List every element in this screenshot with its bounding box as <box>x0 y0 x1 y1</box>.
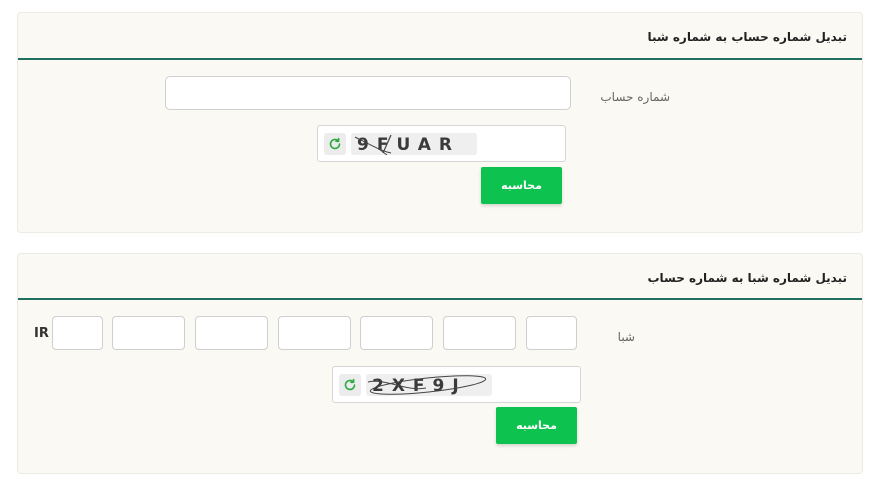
sheba-label: شبا <box>617 330 635 344</box>
refresh-icon <box>344 378 356 391</box>
refresh-captcha-button[interactable] <box>324 133 346 155</box>
captcha-noise-lines <box>354 134 392 155</box>
calculate-button[interactable]: محاسبه <box>496 407 577 444</box>
iban-prefix: IR <box>34 326 49 341</box>
sheba-segment-input[interactable] <box>526 316 577 350</box>
captcha-image: 9FUAR <box>351 133 477 155</box>
panel-header: تبدیل شماره شبا به شماره حساب <box>18 254 862 300</box>
sheba-segment-input[interactable] <box>112 316 185 350</box>
account-number-input[interactable] <box>165 76 571 110</box>
panel-header: تبدیل شماره حساب به شماره شبا <box>18 13 862 60</box>
captcha-image: 2XF9J <box>366 374 492 396</box>
sheba-to-account-panel: تبدیل شماره شبا به شماره حساب شبا IR 2XF… <box>17 253 863 474</box>
account-to-sheba-panel: تبدیل شماره حساب به شماره شبا شماره حساب… <box>17 12 863 233</box>
refresh-icon <box>329 137 341 150</box>
refresh-captcha-button[interactable] <box>339 374 361 396</box>
account-number-label: شماره حساب <box>600 90 670 104</box>
panel-title: تبدیل شماره حساب به شماره شبا <box>647 30 847 44</box>
sheba-segment-input[interactable] <box>195 316 268 350</box>
captcha-box: 2XF9J <box>332 366 581 403</box>
panel-title: تبدیل شماره شبا به شماره حساب <box>647 271 847 285</box>
sheba-segment-input[interactable] <box>443 316 516 350</box>
sheba-segment-input[interactable] <box>360 316 433 350</box>
captcha-box: 9FUAR <box>317 125 566 162</box>
sheba-segment-input[interactable] <box>278 316 351 350</box>
calculate-button[interactable]: محاسبه <box>481 167 562 204</box>
sheba-segment-input[interactable] <box>52 316 103 350</box>
captcha-noise-lines <box>367 375 487 395</box>
